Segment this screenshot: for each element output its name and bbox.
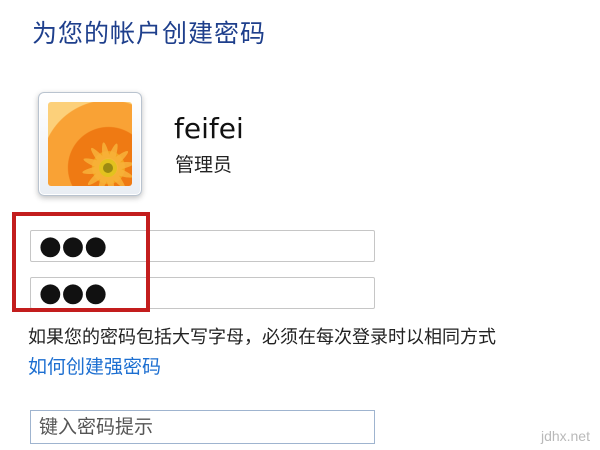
user-avatar [38,92,142,196]
user-role: 管理员 [175,154,233,176]
user-name: feifei [174,112,244,145]
watermark: jdhx.net [540,428,590,444]
red-highlight-box [12,212,150,312]
flower-icon [82,142,132,186]
password-hint-input[interactable] [30,410,375,444]
flower-avatar-image [48,102,132,186]
page-title: 为您的帐户创建密码 [32,19,267,48]
strong-password-link[interactable]: 如何创建强密码 [28,352,161,379]
case-sensitivity-note: 如果您的密码包括大写字母，必须在每次登录时以相同方式 [28,327,496,348]
